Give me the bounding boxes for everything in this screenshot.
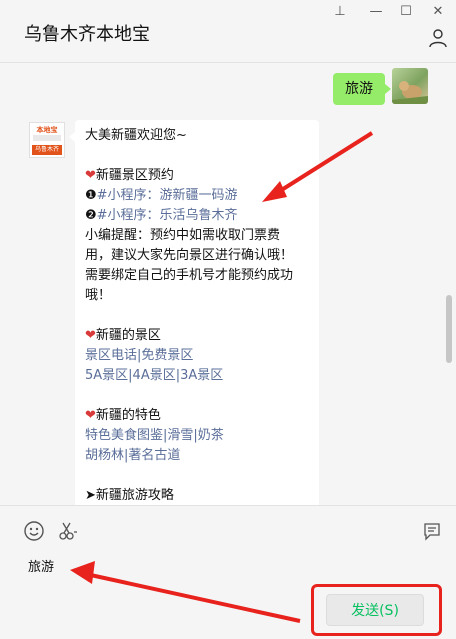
annotation-arrow-input (85, 572, 301, 623)
annotation-arrow-miniprogram (270, 131, 374, 198)
annotation-arrowhead-input (70, 561, 95, 584)
annotation-arrowhead-miniprogram (262, 181, 287, 202)
annotation-overlay (70, 131, 374, 623)
